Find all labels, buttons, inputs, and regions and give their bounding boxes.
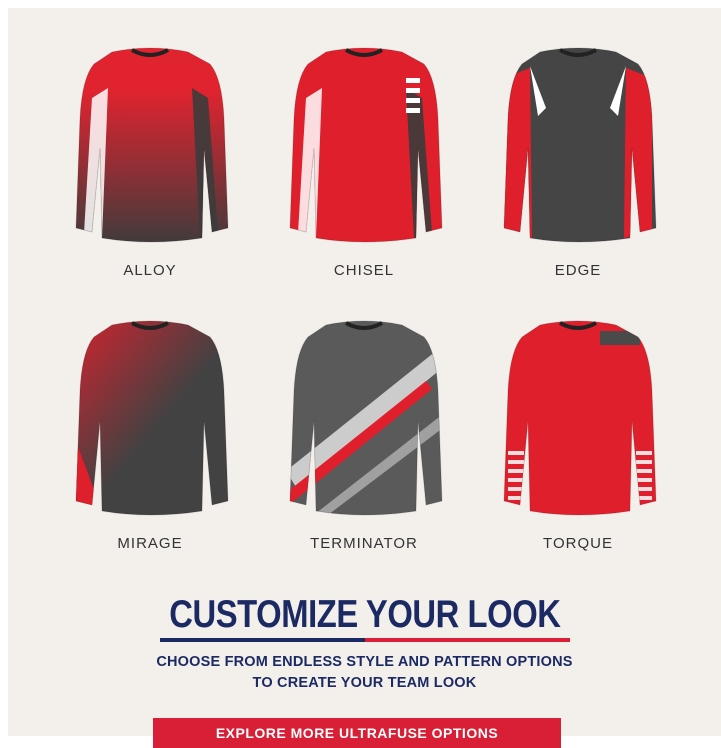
product-label: EDGE — [554, 262, 602, 279]
jersey-image — [503, 47, 657, 243]
product-label: CHISEL — [333, 262, 395, 279]
product-label: MIRAGE — [117, 535, 183, 552]
product-label: TERMINATOR — [310, 535, 418, 552]
jersey-image — [503, 320, 657, 516]
product-label: ALLOY — [123, 262, 177, 279]
product-panel: ALLOY CHISEL EDGE MIRAGE TERMINATOR TORQ… — [8, 8, 721, 736]
customize-section: CUSTOMIZE YOUR LOOK CHOOSE FROM ENDLESS … — [8, 594, 721, 694]
product-card-mirage[interactable]: MIRAGE — [62, 311, 238, 552]
product-label: TORQUE — [543, 535, 613, 552]
jersey-image — [289, 320, 443, 516]
jersey-image — [75, 47, 229, 243]
product-card-chisel[interactable]: CHISEL — [276, 38, 452, 279]
jersey-image — [289, 47, 443, 243]
headline-underline — [159, 638, 570, 642]
explore-options-button[interactable]: EXPLORE MORE ULTRAFUSE OPTIONS — [153, 718, 561, 748]
section-subtext: CHOOSE FROM ENDLESS STYLE AND PATTERN OP… — [156, 654, 573, 691]
jersey-image — [75, 320, 229, 516]
product-card-terminator[interactable]: TERMINATOR — [276, 311, 452, 552]
section-headline: CUSTOMIZE YOUR LOOK — [168, 593, 561, 636]
product-card-alloy[interactable]: ALLOY — [62, 38, 238, 279]
product-card-edge[interactable]: EDGE — [490, 38, 666, 279]
product-card-torque[interactable]: TORQUE — [490, 311, 666, 552]
product-grid: ALLOY CHISEL EDGE MIRAGE TERMINATOR TORQ… — [62, 38, 666, 552]
